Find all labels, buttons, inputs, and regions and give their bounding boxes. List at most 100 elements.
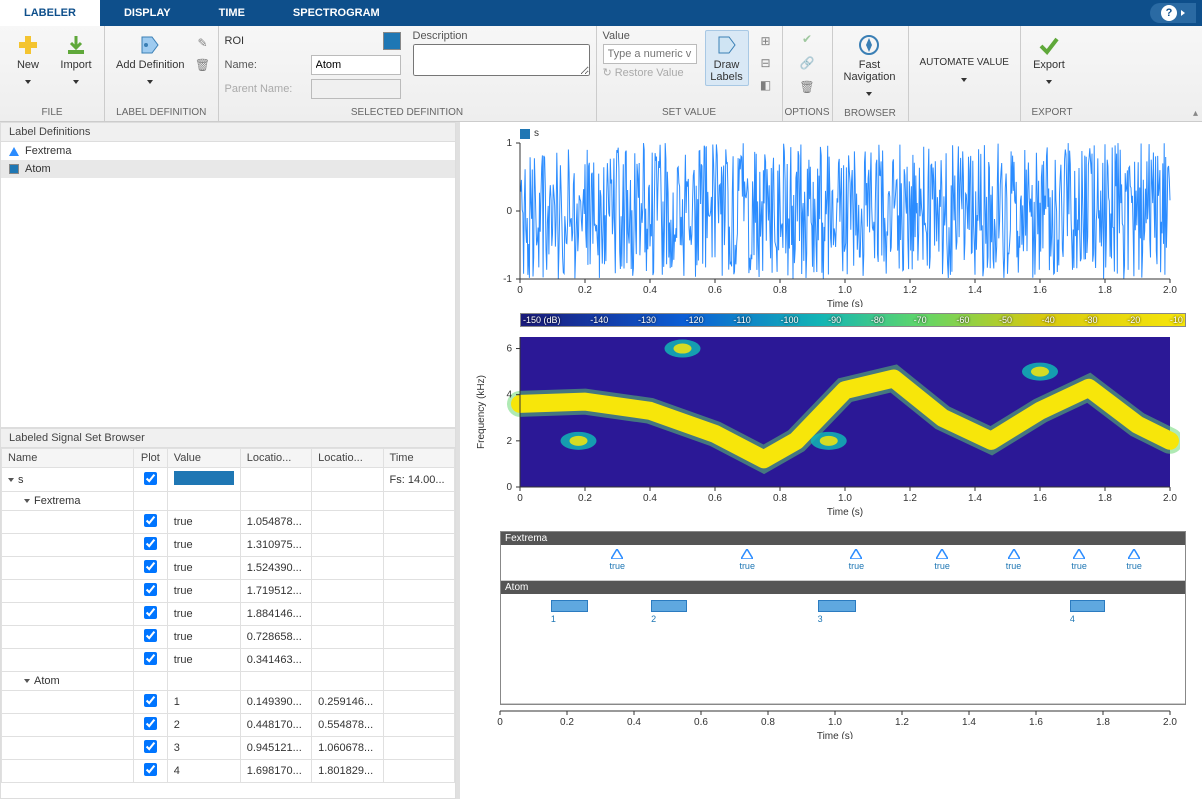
fextrema-mark[interactable]: true — [1004, 549, 1024, 571]
plot-checkbox[interactable] — [144, 629, 157, 642]
atom-roi[interactable] — [551, 600, 588, 612]
export-button[interactable]: Export — [1027, 30, 1071, 90]
spectrogram-chart[interactable]: -150 (dB)-140-130-120-110-100-90-80-70-6… — [470, 313, 1192, 525]
track-chart[interactable]: Fextrema truetruetruetruetruetruetrue At… — [470, 531, 1192, 751]
automate-label: AUTOMATE VALUE — [920, 57, 1009, 69]
plot-checkbox[interactable] — [144, 694, 157, 707]
atom-roi[interactable] — [1070, 600, 1105, 612]
svg-text:0: 0 — [517, 493, 523, 504]
svg-text:0.8: 0.8 — [761, 717, 775, 728]
name-input[interactable] — [311, 55, 401, 75]
tab-labeler[interactable]: LABELER — [0, 0, 100, 26]
svg-text:1.4: 1.4 — [968, 285, 982, 296]
extra-icon-1[interactable]: ⊞ — [757, 32, 775, 50]
plot-checkbox[interactable] — [144, 472, 157, 485]
dropdown-icon — [73, 73, 79, 87]
table-row[interactable]: Fextrema — [2, 492, 455, 511]
collapse-ribbon-icon[interactable]: ▴ — [1193, 108, 1198, 119]
left-panel: Label Definitions Fextrema Atom Labeled … — [0, 122, 460, 799]
table-row[interactable]: true0.728658... — [2, 626, 455, 649]
table-row[interactable]: true1.884146... — [2, 603, 455, 626]
triangle-icon — [9, 147, 19, 156]
plot-checkbox[interactable] — [144, 583, 157, 596]
extra-icon-3[interactable]: ◧ — [757, 76, 775, 94]
edit-icon[interactable]: ✎ — [194, 34, 212, 52]
table-row[interactable]: 10.149390...0.259146... — [2, 691, 455, 714]
track-head-fextrema: Fextrema — [501, 532, 1185, 545]
table-row[interactable]: true1.310975... — [2, 534, 455, 557]
table-row[interactable]: true1.054878... — [2, 511, 455, 534]
track-fextrema-body[interactable]: true true true true true true true — [501, 545, 1185, 581]
fast-navigation-button[interactable]: Fast Navigation — [839, 30, 901, 102]
group-options-label: OPTIONS — [783, 105, 832, 121]
table-row[interactable]: true1.524390... — [2, 557, 455, 580]
add-definition-button[interactable]: Add Definition — [111, 30, 190, 90]
fextrema-mark[interactable]: true — [607, 549, 627, 571]
svg-text:Time (s): Time (s) — [817, 731, 853, 739]
table-row[interactable]: 41.698170...1.801829... — [2, 760, 455, 783]
group-export-label: EXPORT — [1021, 105, 1083, 121]
plot-checkbox[interactable] — [144, 560, 157, 573]
svg-text:1.0: 1.0 — [838, 285, 852, 296]
atom-roi[interactable] — [818, 600, 857, 612]
plot-checkbox[interactable] — [144, 537, 157, 550]
svg-text:2.0: 2.0 — [1163, 285, 1177, 296]
ribbon: New Import FILE Add Definition ✎ 🗑 LABEL… — [0, 26, 1202, 122]
fextrema-mark[interactable]: true — [1069, 549, 1089, 571]
svg-text:1.8: 1.8 — [1098, 285, 1112, 296]
automate-value-button[interactable]: AUTOMATE VALUE — [915, 54, 1014, 88]
plot-checkbox[interactable] — [144, 740, 157, 753]
fextrema-mark[interactable]: true — [737, 549, 757, 571]
extra-icon-2[interactable]: ⊟ — [757, 54, 775, 72]
help-button[interactable] — [1150, 3, 1196, 23]
plot-checkbox[interactable] — [144, 514, 157, 527]
svg-text:4: 4 — [506, 390, 512, 401]
table-row[interactable]: true0.341463... — [2, 649, 455, 672]
col-time[interactable]: Time — [383, 449, 454, 468]
svg-text:0.2: 0.2 — [578, 493, 592, 504]
color-swatch[interactable] — [383, 32, 401, 50]
col-name[interactable]: Name — [2, 449, 134, 468]
track-atom-body[interactable]: 1234 — [501, 594, 1185, 704]
plot-checkbox[interactable] — [144, 763, 157, 776]
new-button[interactable]: New — [6, 30, 50, 90]
labdef-name: Fextrema — [25, 145, 71, 157]
svg-text:0: 0 — [506, 206, 512, 217]
col-loc1[interactable]: Locatio... — [240, 449, 311, 468]
table-row[interactable]: true1.719512... — [2, 580, 455, 603]
trash-icon: 🗑 — [798, 78, 816, 96]
table-row[interactable]: 20.448170...0.554878... — [2, 714, 455, 737]
main-split: Label Definitions Fextrema Atom Labeled … — [0, 122, 1202, 799]
fextrema-mark[interactable]: true — [932, 549, 952, 571]
col-loc2[interactable]: Locatio... — [312, 449, 383, 468]
col-value[interactable]: Value — [167, 449, 240, 468]
label-definitions-list[interactable]: Fextrema Atom — [0, 142, 456, 428]
table-row[interactable]: Atom — [2, 672, 455, 691]
atom-roi[interactable] — [651, 600, 687, 612]
atom-roi-label: 4 — [1070, 614, 1075, 624]
value-input[interactable] — [603, 44, 697, 64]
plot-checkbox[interactable] — [144, 717, 157, 730]
fextrema-mark[interactable]: true — [1124, 549, 1144, 571]
draw-labels-button[interactable]: Draw Labels — [705, 30, 749, 86]
import-button[interactable]: Import — [54, 30, 98, 90]
labdef-item-fextrema[interactable]: Fextrema — [1, 142, 455, 160]
tab-time[interactable]: TIME — [195, 0, 269, 26]
delete-icon[interactable]: 🗑 — [194, 56, 212, 74]
tab-display[interactable]: DISPLAY — [100, 0, 195, 26]
labdef-item-atom[interactable]: Atom — [1, 160, 455, 178]
svg-text:0.6: 0.6 — [708, 285, 722, 296]
col-plot[interactable]: Plot — [134, 449, 168, 468]
svg-text:0.8: 0.8 — [773, 493, 787, 504]
dropdown-icon — [147, 73, 153, 87]
description-input[interactable] — [413, 44, 590, 76]
plot-checkbox[interactable] — [144, 652, 157, 665]
plot-checkbox[interactable] — [144, 606, 157, 619]
table-row[interactable]: sFs: 14.00... — [2, 468, 455, 492]
signal-chart[interactable]: 00.20.40.60.81.01.21.41.61.82.0-101Time … — [470, 139, 1192, 307]
table-row[interactable]: 30.945121...1.060678... — [2, 737, 455, 760]
atom-roi-label: 3 — [818, 614, 823, 624]
browser-table-wrap[interactable]: Name Plot Value Locatio... Locatio... Ti… — [0, 448, 456, 799]
fextrema-mark[interactable]: true — [846, 549, 866, 571]
tab-spectrogram[interactable]: SPECTROGRAM — [269, 0, 404, 26]
